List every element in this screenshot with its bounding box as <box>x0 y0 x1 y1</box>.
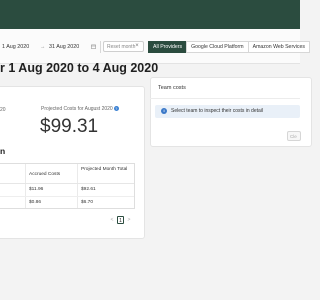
table-row[interactable]: $0.86 $6.70 <box>0 196 134 209</box>
next-page-icon[interactable]: > <box>126 217 132 223</box>
projected-costs-value: $99.31 <box>40 116 99 137</box>
accrued-cell: $11.96 <box>29 187 44 192</box>
pagination: < 1 > <box>109 215 132 224</box>
accrued-cell: $0.86 <box>29 200 42 205</box>
provider-tabs: All Providers Google Cloud Platform Amaz… <box>148 41 310 53</box>
card-divider <box>150 98 300 99</box>
filter-divider <box>100 41 101 53</box>
page-number-button[interactable]: 1 <box>117 215 124 224</box>
team-costs-title: Team costs <box>158 85 186 91</box>
clear-selection-button[interactable]: Cle <box>287 131 301 141</box>
breakdown-heading: n <box>0 146 6 156</box>
tab-google-cloud-platform[interactable]: Google Cloud Platform <box>186 41 249 53</box>
projected-cell: $92.61 <box>81 187 96 192</box>
calendar-icon[interactable] <box>91 44 96 49</box>
table-header-row: Accrued Costs Projected Month Total <box>0 164 134 184</box>
top-app-bar <box>0 0 300 29</box>
tab-amazon-web-services[interactable]: Amazon Web Services <box>247 41 310 53</box>
date-range-arrow: → <box>40 44 46 50</box>
projected-cell: $6.70 <box>81 200 94 205</box>
clear-icon[interactable]: × <box>133 41 141 52</box>
team-info-message: Select team to inspect their costs in de… <box>171 108 263 114</box>
table-row[interactable]: $11.96 $92.61 <box>0 183 134 197</box>
date-to-field[interactable]: 31 Aug 2020 <box>49 41 89 53</box>
projected-costs-label: Projected Costs for August 2020? <box>41 106 119 112</box>
info-icon[interactable]: ? <box>113 106 119 112</box>
date-from-field[interactable]: 1 Aug 2020 <box>2 41 38 53</box>
prev-page-icon[interactable]: < <box>109 217 115 223</box>
projected-costs-label-text: Projected Costs for August 2020 <box>41 106 113 112</box>
info-icon: i <box>161 108 167 114</box>
column-header-accrued[interactable]: Accrued Costs <box>29 172 60 178</box>
tab-all-providers[interactable]: All Providers <box>148 41 188 53</box>
cost-breakdown-table: Accrued Costs Projected Month Total $11.… <box>0 163 135 209</box>
accrued-costs-label: 20 <box>0 107 6 113</box>
column-header-projected[interactable]: Projected Month Total <box>81 167 131 173</box>
page-title: r 1 Aug 2020 to 4 Aug 2020 <box>0 61 159 75</box>
